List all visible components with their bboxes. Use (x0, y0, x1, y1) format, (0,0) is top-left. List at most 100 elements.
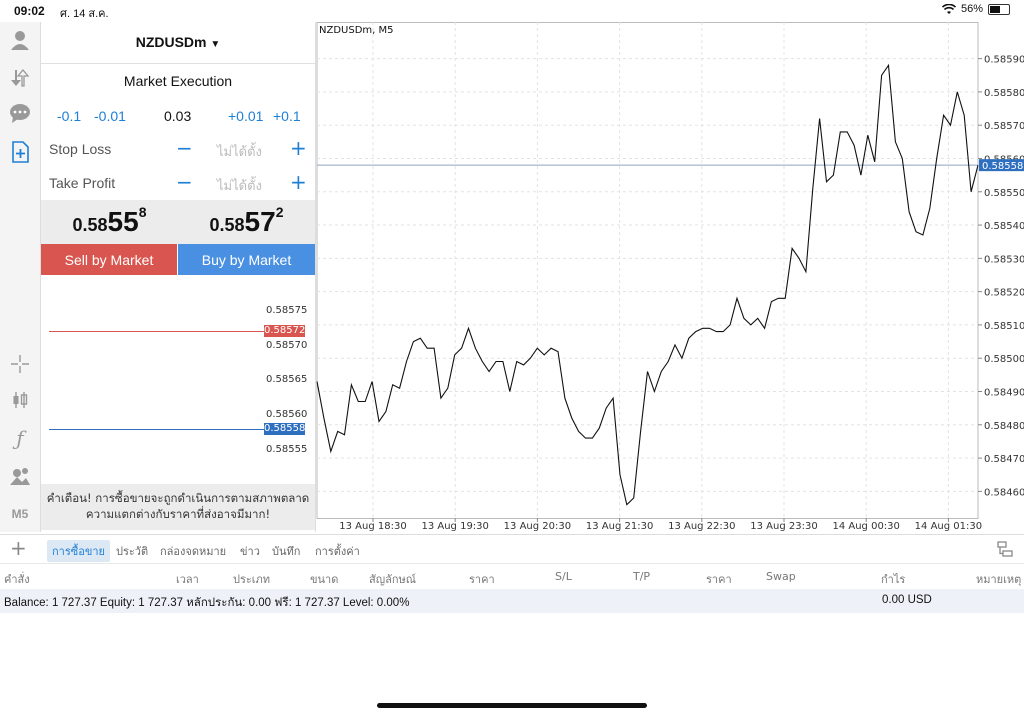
divider (41, 63, 315, 64)
mini-level: 0.58560 (266, 409, 308, 420)
x-tick-label: 13 Aug 20:30 (504, 521, 571, 532)
battery-percent: 56% (960, 3, 983, 15)
col-size[interactable]: ขนาด (310, 570, 338, 588)
stop-loss-label: Stop Loss (49, 141, 112, 157)
symbol-selector[interactable]: NZDUSDm ▼ (41, 34, 315, 50)
x-tick-label: 14 Aug 00:30 (832, 521, 899, 532)
take-profit-value[interactable]: ไม่ได้ตั้ง (217, 175, 262, 196)
y-tick-label: 0.58510 (984, 321, 1024, 332)
ask-line (49, 331, 265, 332)
col-tp[interactable]: T/P (633, 570, 650, 583)
bid-price: 0.58558 (41, 204, 178, 238)
col-time[interactable]: เวลา (176, 570, 199, 588)
tab-news[interactable]: ข่าว (240, 542, 260, 560)
status-right: 56% (941, 3, 1010, 15)
chart-svg[interactable]: 0.585900.585800.585700.585600.585500.585… (316, 22, 1024, 534)
stop-loss-plus-button[interactable]: + (290, 138, 307, 158)
chart-frame (316, 22, 979, 519)
y-tick-label: 0.58480 (984, 421, 1024, 432)
x-tick-label: 13 Aug 23:30 (750, 521, 817, 532)
price-chart[interactable]: 0.585900.585800.585700.585600.585500.585… (316, 22, 1024, 534)
ask-price-tag: 0.58572 (264, 325, 306, 337)
y-tick-label: 0.58570 (984, 121, 1024, 132)
candlestick-icon[interactable] (6, 386, 34, 414)
objects-icon[interactable] (6, 462, 34, 490)
current-price-label: 0.58558 (982, 161, 1023, 172)
battery-fill (990, 5, 1001, 13)
total-profit: 0.00 USD (882, 594, 932, 606)
mini-level: 0.58555 (266, 444, 308, 455)
tab-history[interactable]: ประวัติ (116, 542, 148, 560)
y-tick-label: 0.58530 (984, 254, 1024, 265)
take-profit-plus-button[interactable]: + (290, 172, 307, 192)
col-symbol[interactable]: สัญลักษณ์ (369, 570, 416, 588)
balance-summary: Balance: 1 727.37 Equity: 1 727.37 หลักป… (4, 597, 410, 609)
mini-level: 0.58565 (266, 374, 308, 385)
col-profit[interactable]: กำไร (881, 570, 905, 588)
col-type[interactable]: ประเภท (233, 570, 270, 588)
chart-title: NZDUSDm, M5 (319, 25, 394, 36)
quote-box: 0.58558 0.58572 (41, 200, 315, 244)
col-swap[interactable]: Swap (766, 570, 796, 583)
account-icon[interactable] (6, 26, 34, 54)
mini-level: 0.58575 (266, 305, 308, 316)
mini-level: 0.58570 (266, 340, 308, 351)
stop-loss-value[interactable]: ไม่ได้ตั้ง (217, 141, 262, 162)
battery-icon (988, 3, 1010, 15)
tab-mailbox[interactable]: กล่องจดหมาย (160, 542, 226, 560)
x-tick-label: 14 Aug 01:30 (915, 521, 982, 532)
status-time: 09:02 (14, 4, 45, 18)
tab-settings[interactable]: การตั้งค่า (315, 542, 360, 560)
new-order-icon[interactable] (6, 138, 34, 166)
col-comment[interactable]: หมายเหตุ (976, 570, 1021, 588)
balance-row: Balance: 1 727.37 Equity: 1 727.37 หลักป… (0, 589, 1024, 613)
take-profit-minus-button[interactable]: − (176, 172, 193, 192)
home-indicator[interactable] (377, 703, 647, 708)
trade-table-header: คำสั่ง เวลา ประเภท ขนาด สัญลักษณ์ ราคา S… (0, 563, 1024, 588)
y-tick-label: 0.58580 (984, 88, 1024, 99)
symbol-name: NZDUSDm (135, 34, 207, 50)
volume-plus-0.1[interactable]: +0.1 (273, 108, 301, 124)
x-tick-label: 13 Aug 19:30 (421, 521, 488, 532)
bottom-tab-bar: + การซื้อขาย ประวัติ กล่องจดหมาย ข่าว บั… (0, 534, 1024, 563)
crosshair-icon[interactable] (6, 350, 34, 378)
x-tick-label: 13 Aug 18:30 (339, 521, 406, 532)
status-bar: 09:02 ศ. 14 ส.ค. 56% (0, 0, 1024, 20)
col-order[interactable]: คำสั่ง (4, 570, 30, 588)
tab-journal[interactable]: บันทึก (272, 542, 300, 560)
warning-line-2: ความแตกต่างกับราคาที่ส่งอาจมีมาก! (85, 507, 271, 521)
bid-price-sup: 8 (138, 204, 147, 220)
add-icon[interactable]: + (10, 536, 27, 560)
col-sl[interactable]: S/L (555, 570, 572, 583)
trade-arrows-icon[interactable] (6, 64, 34, 92)
volume-minus-0.01[interactable]: -0.01 (94, 108, 126, 124)
volume-value[interactable]: 0.03 (164, 108, 191, 124)
col-price[interactable]: ราคา (469, 570, 495, 588)
col-current-price[interactable]: ราคา (706, 570, 732, 588)
function-icon[interactable]: ƒ (6, 424, 34, 452)
y-tick-label: 0.58470 (984, 454, 1024, 465)
take-profit-label: Take Profit (49, 175, 116, 191)
volume-plus-0.01[interactable]: +0.01 (228, 108, 263, 124)
volume-minus-0.1[interactable]: -0.1 (57, 108, 81, 124)
left-toolbar: ƒ M5 (0, 22, 41, 532)
bid-price-tag: 0.58558 (264, 423, 306, 435)
market-warning: คำเตือน! การซื้อขายจะถูกดำเนินการตามสภาพ… (41, 484, 315, 530)
buy-by-market-button[interactable]: Buy by Market (178, 244, 315, 275)
stop-loss-minus-button[interactable]: − (176, 138, 193, 158)
y-tick-label: 0.58520 (984, 288, 1024, 299)
sell-by-market-button[interactable]: Sell by Market (41, 244, 177, 275)
ask-price-big: 57 (244, 206, 276, 237)
layout-icon[interactable] (996, 540, 1014, 558)
execution-type[interactable]: Market Execution (41, 73, 315, 89)
y-tick-label: 0.58500 (984, 354, 1024, 365)
bid-price-big: 55 (107, 206, 139, 237)
y-tick-label: 0.58590 (984, 55, 1024, 66)
tab-trade[interactable]: การซื้อขาย (47, 540, 110, 562)
x-tick-label: 13 Aug 21:30 (586, 521, 653, 532)
chat-icon[interactable] (6, 100, 34, 128)
ask-price: 0.58572 (178, 204, 315, 238)
warning-line-1: คำเตือน! การซื้อขายจะถูกดำเนินการตามสภาพ… (46, 491, 310, 505)
timeframe-button[interactable]: M5 (6, 500, 34, 528)
order-panel: NZDUSDm ▼ Market Execution -0.1 -0.01 0.… (41, 22, 316, 532)
